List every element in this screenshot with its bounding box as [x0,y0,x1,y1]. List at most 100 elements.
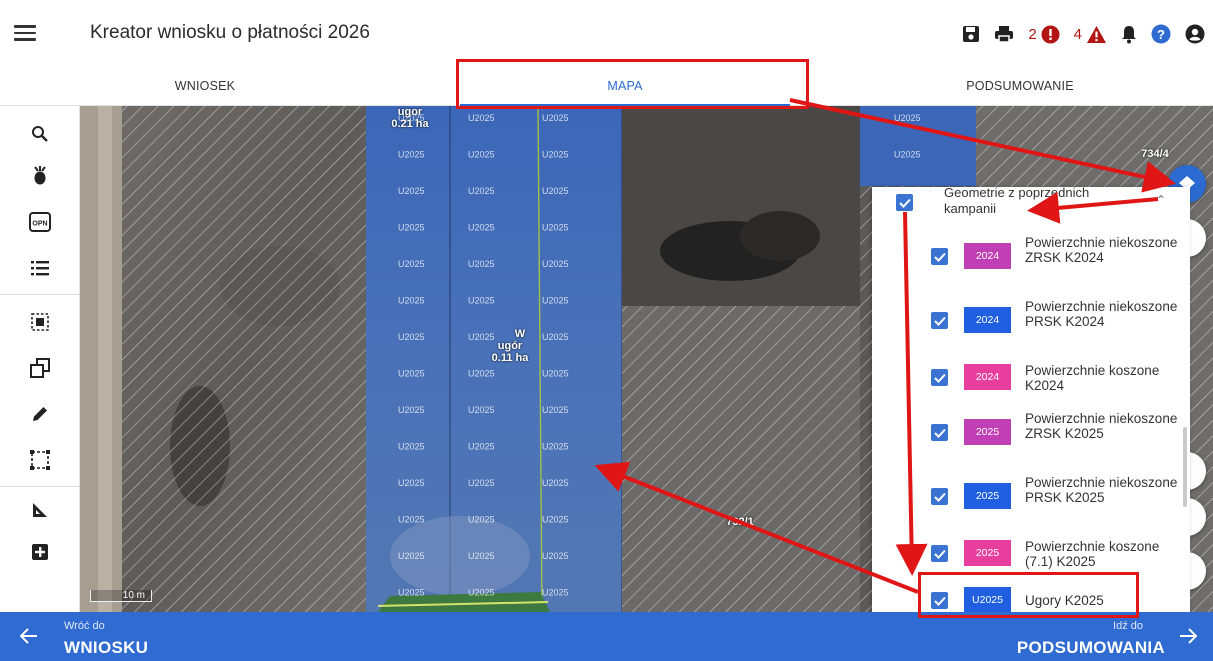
arrow-right-icon [1180,628,1197,644]
stripe-label: U2025 [542,332,569,342]
layer-checkbox[interactable] [931,545,948,562]
layer-checkbox[interactable] [931,248,948,265]
layer-item[interactable]: 2024 Powierzchnie niekoszone PRSK K2024 [872,295,1190,351]
layer-badge: 2025 [964,419,1011,445]
stripe-label: U2025 [398,588,425,598]
parcel-id-label: 734/4 [1141,148,1169,160]
layer-checkbox[interactable] [931,369,948,386]
tab-podsumowanie[interactable]: PODSUMOWANIE [870,68,1170,106]
measure-icon[interactable] [28,498,52,522]
back-big-label: WNIOSKU [64,638,149,657]
stripe-label: U2025 [468,113,495,123]
stripe-label: U2025 [398,442,425,452]
bell-icon[interactable] [1121,20,1137,48]
back-button[interactable]: Wróć do WNIOSKU [0,612,240,661]
search-icon[interactable] [28,122,52,146]
annotation-box-ugory [918,572,1139,618]
pencil-icon[interactable] [28,402,52,426]
stripe-label: U2025 [398,551,425,561]
svg-text:?: ? [1157,27,1165,42]
layer-badge: 2025 [964,540,1011,566]
stripe-label: U2025 [398,186,425,196]
stripe-label: U2025 [542,515,569,525]
panel-scrollbar[interactable] [1183,427,1187,507]
layer-item[interactable]: 2025 Powierzchnie koszone (7.1) K2025 [872,535,1190,575]
app-root: Kreator wniosku o płatności 2026 2 4 ? W… [0,0,1213,661]
stripe-label: U2025 [542,150,569,160]
stripe-label: U2025 [542,442,569,452]
menu-icon[interactable] [14,22,36,44]
stripe-label: U2025 [398,332,425,342]
layer-checkbox[interactable] [931,312,948,329]
list-icon[interactable] [28,256,52,280]
layer-badge: 2024 [964,243,1011,269]
stripe-label: U2025 [398,405,425,415]
layer-label: Powierzchnie niekoszone PRSK K2025 [1025,475,1178,505]
stripe-label: U2025 [542,369,569,379]
opn-icon[interactable]: OPN [28,210,52,234]
add-box-icon[interactable] [28,540,52,564]
stripe-label: U2025 [398,478,425,488]
stripe-label: U2025 [542,405,569,415]
stripe-label: U2025 [398,259,425,269]
copy-geometry-icon[interactable] [28,356,52,380]
crop-plant-icon[interactable] [28,164,52,188]
stripe-label: U2025 [894,150,921,160]
layer-item[interactable]: 2025 Powierzchnie niekoszone ZRSK K2025 [872,407,1190,463]
errors-indicator[interactable]: 2 [1028,20,1060,48]
stripe-label: U2025 [468,296,495,306]
forward-button[interactable]: Idź do PODSUMOWANIA [973,612,1213,661]
save-icon[interactable] [962,20,980,48]
parcel-label-line: W [514,328,526,340]
stripe-label: U2025 [542,223,569,233]
layer-checkbox[interactable] [931,424,948,441]
rectangle-select-icon[interactable] [28,448,52,472]
stripe-label: U2025 [398,150,425,160]
layer-item[interactable]: 2024 Powierzchnie niekoszone ZRSK K2024 [872,231,1190,287]
parcel-id-label: 732/1 [726,516,754,528]
account-icon[interactable] [1185,20,1205,48]
stripe-label: U2025 [468,405,495,415]
parcel-label-line: ugór [497,340,523,352]
layer-label: Powierzchnie koszone K2024 [1025,363,1160,393]
header-actions: 2 4 ? [948,20,1205,48]
layer-label: Powierzchnie niekoszone PRSK K2024 [1025,299,1178,329]
stripe-label: U2025 [398,515,425,525]
warnings-count: 4 [1073,25,1082,43]
layer-item[interactable]: 2024 Powierzchnie koszone K2024 [872,359,1190,399]
select-area-icon[interactable] [28,310,52,334]
layer-group-previous-campaigns[interactable]: Geometrie z poprzednich kampanii ⌃ [872,187,1190,223]
stripe-label: U2025 [542,113,569,123]
stripe-label: U2025 [894,113,921,123]
stripe-label: U2025 [398,369,425,379]
stripe-label: U2025 [542,588,569,598]
layer-label: Powierzchnie koszone (7.1) K2025 [1025,539,1160,569]
stripe-label: U2025 [542,259,569,269]
parcel-label-line: 0.11 ha [491,352,529,364]
parcel-label-line: ugor [397,106,423,118]
help-icon[interactable]: ? [1151,20,1171,48]
stripe-label: U2025 [542,296,569,306]
stripe-label: U2025 [468,442,495,452]
layer-label: Powierzchnie niekoszone ZRSK K2024 [1025,235,1178,265]
toolbar-divider [0,294,80,295]
opn-label: OPN [32,221,47,228]
stripe-label: U2025 [398,296,425,306]
chevron-up-icon[interactable]: ⌃ [1156,193,1166,207]
arrow-left-icon [20,628,37,644]
stripe-label: U2025 [468,588,495,598]
stripe-label: U2025 [542,551,569,561]
fwd-small-label: Idź do [1113,620,1143,632]
warnings-indicator[interactable]: 4 [1074,20,1107,48]
parcel-label-top: ugor 0.21 ha [390,106,430,130]
layer-group-checkbox[interactable] [896,194,913,211]
map-toolbar: OPN [0,106,80,612]
layer-checkbox[interactable] [931,488,948,505]
stripe-label: U2025 [542,186,569,196]
stripe-label: U2025 [542,478,569,488]
tab-wniosek[interactable]: WNIOSEK [60,68,350,106]
print-icon[interactable] [994,20,1014,48]
layer-badge: 2025 [964,483,1011,509]
top-bar: Kreator wniosku o płatności 2026 2 4 ? [0,0,1213,68]
layer-item[interactable]: 2025 Powierzchnie niekoszone PRSK K2025 [872,471,1190,527]
